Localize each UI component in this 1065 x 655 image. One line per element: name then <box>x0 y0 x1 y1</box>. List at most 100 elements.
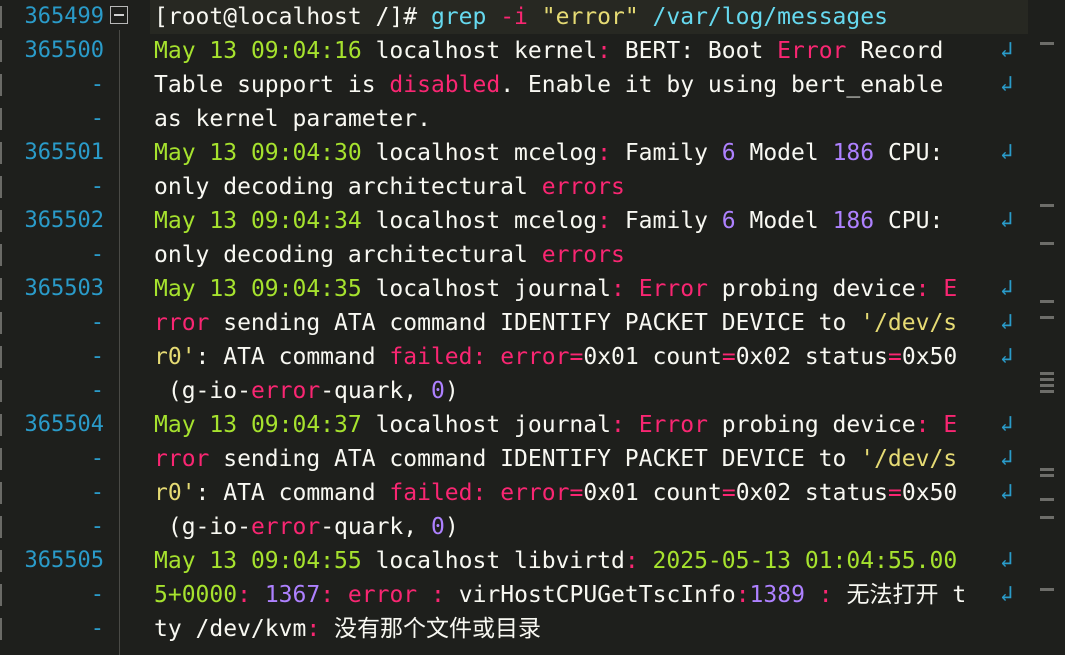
log-token: sending ATA command IDENTIFY PACKET DEVI… <box>209 446 861 472</box>
minimap-scrollbar[interactable] <box>1035 0 1065 655</box>
line-number-text: 365500 <box>24 38 104 63</box>
log-token: May 13 <box>154 38 251 64</box>
log-token: May 13 <box>154 412 251 438</box>
left-edge-tick <box>0 244 2 266</box>
left-edge-tick <box>0 108 2 130</box>
log-line: May 13 09:04:35 localhost journal: Error… <box>154 272 957 306</box>
scrollbar-mark <box>1040 300 1054 303</box>
log-token: : <box>597 38 611 64</box>
log-token <box>625 276 639 302</box>
line-number: - <box>0 238 104 272</box>
log-token: '/dev/s <box>860 446 958 472</box>
log-token: [root@localhost /]# <box>154 4 418 30</box>
log-token: error <box>500 480 570 506</box>
log-token: localhost journal <box>361 412 611 438</box>
log-token: ty /dev/kvm <box>154 616 307 642</box>
log-token: localhost libvirtd <box>361 548 625 574</box>
log-token: localhost mcelog <box>361 208 598 234</box>
log-token: CPU: <box>874 208 958 234</box>
log-token <box>639 548 653 574</box>
log-token: Record <box>846 38 958 64</box>
log-token: 0x02 status <box>735 480 889 506</box>
log-token: 1367 <box>264 582 321 608</box>
log-token: rror <box>154 310 210 336</box>
log-token: /var/log/messages <box>638 4 888 30</box>
log-token <box>930 412 944 438</box>
log-line: May 13 09:04:34 localhost mcelog: Family… <box>154 204 957 238</box>
log-token: 0x01 count <box>583 344 722 370</box>
log-token: : ATA command <box>195 344 390 370</box>
line-number-text: - <box>90 446 104 471</box>
log-token: failed <box>389 344 473 370</box>
log-token: errors <box>541 242 625 268</box>
log-token: May 13 <box>154 548 251 574</box>
line-number-text: - <box>90 310 104 335</box>
log-token: Model <box>735 208 833 234</box>
log-token: 2025-05-13 01:04:55.00 <box>652 548 958 574</box>
scrollbar-mark <box>1040 498 1054 501</box>
line-number-text: 365501 <box>24 140 104 165</box>
wrap-arrow-icon: ↲ <box>1000 208 1014 233</box>
log-token: only decoding architectural <box>154 242 542 268</box>
log-token: 6 <box>721 208 736 234</box>
log-token: : ATA command <box>195 480 390 506</box>
log-token: : <box>431 582 445 608</box>
scrollbar-mark <box>1040 42 1054 45</box>
left-edge-tick <box>0 278 2 300</box>
log-token: : <box>735 582 750 608</box>
log-token: = <box>569 344 584 370</box>
fold-toggle-icon[interactable] <box>110 6 128 24</box>
log-token: probing device <box>707 276 916 302</box>
log-token: Table support is <box>154 72 390 98</box>
log-token: 无法打开 t <box>832 582 967 608</box>
terminal-editor[interactable]: 365499 365500 - - 365501 - 365502 - 365503 - - - 365… <box>0 0 1065 655</box>
left-edge-tick <box>0 448 2 470</box>
wrap-arrow-icon: ↲ <box>1000 310 1014 335</box>
log-token: 09:04:37 <box>250 412 362 438</box>
line-number: 365500 <box>0 34 104 68</box>
line-number: - <box>0 68 104 102</box>
line-number: - <box>0 510 104 544</box>
left-edge-tick <box>0 584 2 606</box>
log-line: Table support is disabled. Enable it by … <box>154 68 957 102</box>
log-token: = <box>721 344 736 370</box>
line-number-text: - <box>90 582 104 607</box>
log-token: (g-io- <box>154 378 251 404</box>
wrap-arrow-icon: ↲ <box>1000 548 1014 573</box>
log-token: as kernel parameter. <box>154 106 431 132</box>
scrollbar-mark <box>1040 474 1054 477</box>
line-number: 365505 <box>0 544 104 578</box>
log-token: error <box>250 378 321 404</box>
log-token: localhost mcelog <box>361 140 598 166</box>
line-number-text: - <box>90 242 104 267</box>
line-number: - <box>0 340 104 374</box>
log-token: 09:04:16 <box>250 38 362 64</box>
left-edge-tick <box>0 516 2 538</box>
log-token: error <box>347 582 418 608</box>
line-number: 365504 <box>0 408 104 442</box>
wrap-arrow-icon: ↲ <box>1000 72 1014 97</box>
line-number: - <box>0 476 104 510</box>
left-edge-tick <box>0 550 2 572</box>
wrap-arrow-icon: ↲ <box>1000 38 1014 63</box>
log-token: errors <box>541 174 625 200</box>
log-token: failed <box>389 480 473 506</box>
log-token: May 13 <box>154 276 251 302</box>
left-edge-tick <box>0 6 2 28</box>
line-number-text: - <box>90 378 104 403</box>
log-line: [root@localhost /]# grep -i "error" /var… <box>154 0 888 34</box>
log-token: probing device <box>707 412 916 438</box>
log-line: only decoding architectural errors <box>154 170 625 204</box>
log-token <box>417 582 431 608</box>
left-edge-tick <box>0 176 2 198</box>
log-token <box>251 582 265 608</box>
log-token: 6 <box>721 140 736 166</box>
log-token: disabled <box>389 72 501 98</box>
line-number-text: - <box>90 106 104 131</box>
log-line: May 13 09:04:16 localhost kernel: BERT: … <box>154 34 957 68</box>
wrap-arrow-icon: ↲ <box>1000 582 1014 607</box>
left-edge-tick <box>0 618 2 640</box>
log-token: r0' <box>154 480 196 506</box>
wrap-arrow-icon: ↲ <box>1000 344 1014 369</box>
log-token <box>625 412 639 438</box>
